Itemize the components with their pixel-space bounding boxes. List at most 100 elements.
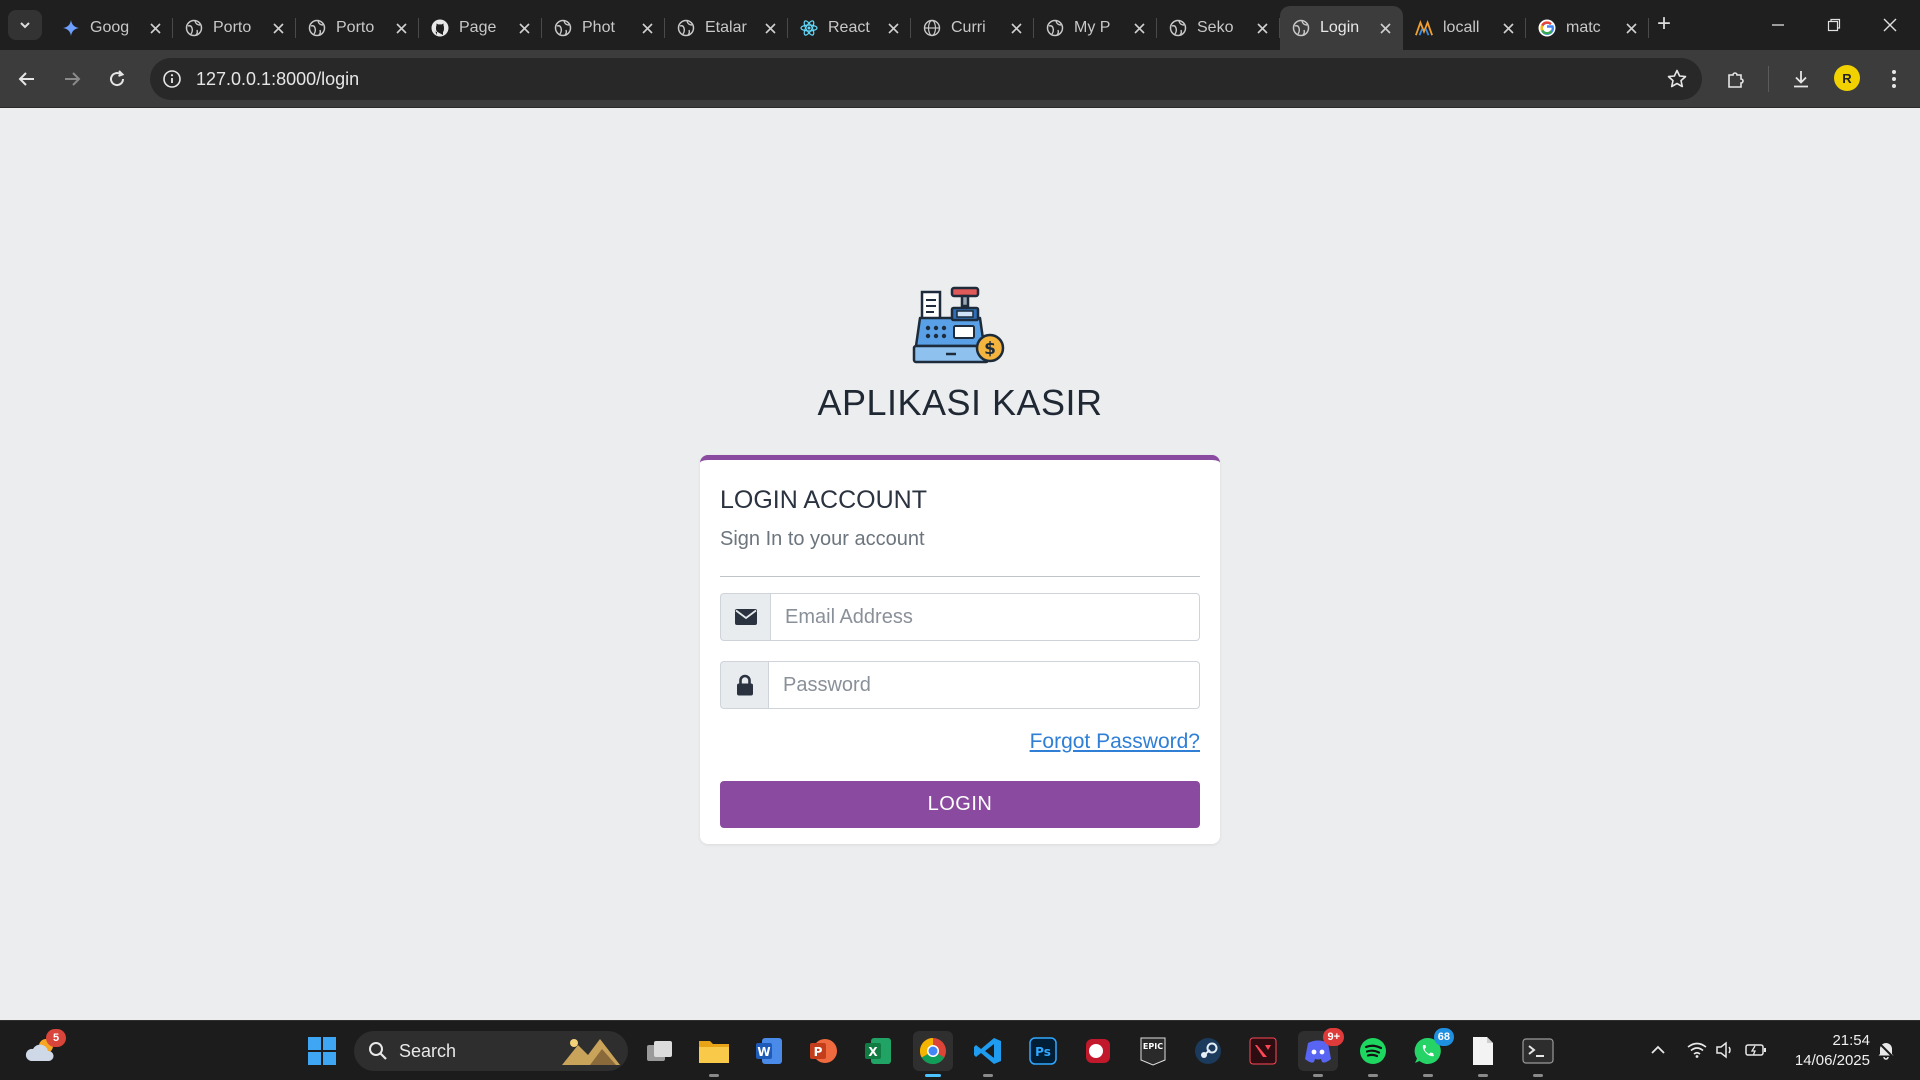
browser-tab[interactable]: Phot [542, 6, 665, 50]
browser-menu-button[interactable] [1880, 65, 1908, 93]
speaker-icon [1716, 1041, 1731, 1059]
notifications-button[interactable] [1875, 1039, 1897, 1061]
forgot-password-link[interactable]: Forgot Password? [1030, 730, 1200, 754]
profile-avatar[interactable]: R [1834, 65, 1860, 91]
weather-widget[interactable]: 5 [22, 1029, 66, 1071]
tab-close-icon[interactable] [1008, 20, 1024, 36]
epic-games-app[interactable]: EPIC [1133, 1031, 1173, 1071]
toolbar-divider [1768, 66, 1769, 92]
valorant-app[interactable] [1243, 1031, 1283, 1071]
app-title: APLIKASI KASIR [817, 382, 1103, 423]
discord-app[interactable]: 9+ [1298, 1028, 1344, 1077]
browser-tab[interactable]: Etalar [665, 6, 788, 50]
bookmark-star-icon[interactable] [1666, 68, 1688, 90]
tab-close-icon[interactable] [639, 20, 655, 36]
browser-tab[interactable]: Porto [296, 6, 419, 50]
running-indicator [983, 1074, 993, 1077]
restore-icon [1827, 18, 1841, 32]
svg-text:Ps: Ps [1035, 1045, 1051, 1059]
task-view-icon [647, 1041, 672, 1061]
restore-button[interactable] [1806, 0, 1862, 50]
task-view-button[interactable] [640, 1031, 680, 1071]
browser-tab[interactable]: Goog [50, 6, 173, 50]
minimize-button[interactable] [1750, 0, 1806, 50]
email-field[interactable] [770, 593, 1200, 641]
login-button[interactable]: LOGIN [720, 781, 1200, 828]
back-button[interactable] [12, 64, 42, 94]
notepad-app[interactable] [1463, 1031, 1503, 1077]
site-info-icon[interactable] [162, 69, 182, 89]
email-addon [720, 593, 770, 641]
whatsapp-app[interactable]: 68 [1408, 1028, 1454, 1077]
volume-button[interactable] [1714, 1039, 1736, 1061]
powerpoint-app[interactable]: P [803, 1031, 843, 1071]
tab-close-icon[interactable] [1377, 20, 1393, 36]
steam-app[interactable] [1188, 1031, 1228, 1071]
excel-icon: X [865, 1038, 891, 1064]
whatsapp-badge: 68 [1433, 1028, 1454, 1046]
new-tab-button[interactable]: + [1650, 10, 1678, 38]
email-input-group [720, 593, 1200, 641]
running-indicator [1368, 1074, 1378, 1077]
epic-games-icon: EPIC [1140, 1037, 1166, 1066]
globe-icon [185, 19, 203, 37]
browser-tab[interactable]: locall [1403, 6, 1526, 50]
steam-icon [1195, 1038, 1221, 1064]
excel-app[interactable]: X [858, 1031, 898, 1071]
powerpoint-icon: P [810, 1039, 837, 1063]
network-button[interactable] [1686, 1039, 1708, 1061]
globe-icon [1169, 19, 1187, 37]
red-app[interactable] [1078, 1031, 1118, 1071]
show-hidden-icons-button[interactable] [1647, 1039, 1669, 1061]
browser-tab[interactable]: Curri [911, 6, 1034, 50]
file-explorer-app[interactable] [694, 1031, 734, 1077]
google-icon [1538, 19, 1556, 37]
forward-button[interactable] [57, 64, 87, 94]
browser-tab[interactable]: React [788, 6, 911, 50]
close-window-button[interactable] [1862, 0, 1918, 50]
browser-tab[interactable]: Page [419, 6, 542, 50]
tab-close-icon[interactable] [1254, 20, 1270, 36]
tab-title: Phot [582, 19, 615, 36]
tab-close-icon[interactable] [885, 20, 901, 36]
chrome-app[interactable] [913, 1031, 953, 1077]
web-icon [923, 19, 941, 37]
browser-tab[interactable]: Login [1280, 6, 1403, 50]
globe-icon [308, 19, 326, 37]
clock-date: 14/06/2025 [1794, 1052, 1870, 1069]
tab-close-icon[interactable] [393, 20, 409, 36]
tab-title: Porto [213, 19, 252, 36]
tab-search-button[interactable] [8, 10, 42, 40]
tab-close-icon[interactable] [762, 20, 778, 36]
browser-tab[interactable]: Porto [173, 6, 296, 50]
browser-tab[interactable]: My P [1034, 6, 1157, 50]
downloads-button[interactable] [1787, 65, 1815, 93]
photoshop-app[interactable]: Ps [1023, 1031, 1063, 1071]
browser-tab[interactable]: Seko [1157, 6, 1280, 50]
taskbar-clock[interactable]: 21:54 14/06/2025 [1770, 1031, 1870, 1071]
tab-close-icon[interactable] [147, 20, 163, 36]
browser-tab[interactable]: matc [1526, 6, 1649, 50]
tab-close-icon[interactable] [1623, 20, 1639, 36]
password-field[interactable] [768, 661, 1200, 709]
reload-icon [110, 70, 125, 87]
svg-text:$: $ [984, 339, 996, 359]
terminal-app[interactable] [1518, 1031, 1558, 1077]
reload-button[interactable] [102, 64, 132, 94]
extensions-button[interactable] [1722, 65, 1750, 93]
tab-close-icon[interactable] [516, 20, 532, 36]
tab-close-icon[interactable] [270, 20, 286, 36]
gemini-icon [62, 19, 80, 37]
start-button[interactable] [302, 1031, 342, 1071]
spotify-app[interactable] [1353, 1031, 1393, 1077]
search-highlight-icon [562, 1039, 620, 1065]
battery-button[interactable] [1745, 1039, 1767, 1061]
vscode-app[interactable] [968, 1031, 1008, 1077]
discord-badge: 9+ [1323, 1028, 1344, 1046]
taskbar-search[interactable]: Search [354, 1031, 628, 1071]
tab-close-icon[interactable] [1500, 20, 1516, 36]
address-bar[interactable]: 127.0.0.1:8000/login [150, 58, 1702, 100]
battery-icon [1745, 1044, 1766, 1056]
word-app[interactable]: W [749, 1031, 789, 1071]
tab-close-icon[interactable] [1131, 20, 1147, 36]
